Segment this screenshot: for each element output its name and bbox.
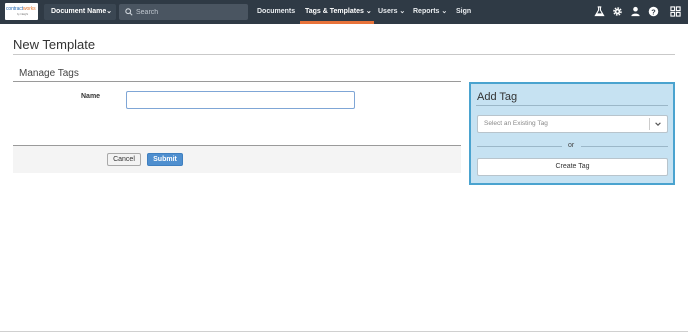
chevron-down-icon: ⌄ bbox=[106, 8, 112, 15]
select-separator bbox=[649, 118, 650, 130]
flask-icon[interactable] bbox=[594, 6, 605, 17]
document-name-dropdown[interactable]: Document Name ⌄ bbox=[44, 4, 116, 20]
svg-text:?: ? bbox=[651, 7, 656, 16]
or-divider-right bbox=[581, 146, 668, 147]
existing-tag-select[interactable]: Select an Existing Tag bbox=[477, 115, 668, 133]
nav-users[interactable]: Users ⌄ bbox=[378, 0, 405, 24]
top-navbar: contractworks by InEight Document Name ⌄… bbox=[0, 0, 688, 24]
search-icon bbox=[125, 8, 133, 16]
section-divider bbox=[13, 81, 461, 82]
logo-text-main: contract bbox=[6, 6, 23, 12]
search-input[interactable] bbox=[136, 4, 244, 20]
or-text: or bbox=[568, 142, 575, 149]
help-icon[interactable]: ? bbox=[648, 6, 659, 17]
add-tag-panel: Add Tag Select an Existing Tag or Create… bbox=[469, 82, 675, 185]
add-tag-divider bbox=[476, 105, 668, 106]
nav-reports[interactable]: Reports ⌄ bbox=[413, 0, 447, 24]
gear-icon[interactable] bbox=[612, 6, 623, 17]
or-divider-left bbox=[477, 146, 562, 147]
cancel-button[interactable]: Cancel bbox=[107, 153, 141, 166]
title-divider bbox=[13, 54, 675, 55]
create-tag-button[interactable]: Create Tag bbox=[477, 158, 668, 176]
name-input[interactable] bbox=[126, 91, 355, 109]
contractworks-logo[interactable]: contractworks by InEight bbox=[5, 3, 38, 20]
document-name-label: Document Name bbox=[51, 8, 107, 15]
add-tag-title: Add Tag bbox=[477, 91, 518, 103]
bottom-divider bbox=[0, 331, 688, 332]
nav-sign[interactable]: Sign bbox=[456, 0, 471, 24]
search-box[interactable] bbox=[119, 4, 248, 20]
active-nav-underline bbox=[300, 21, 374, 24]
existing-tag-placeholder: Select an Existing Tag bbox=[484, 120, 548, 127]
submit-button[interactable]: Submit bbox=[147, 153, 183, 166]
form-footer bbox=[13, 145, 461, 173]
chevron-down-icon bbox=[655, 122, 661, 126]
apps-grid-icon[interactable] bbox=[670, 6, 681, 17]
name-label: Name bbox=[81, 93, 101, 100]
page-title: New Template bbox=[13, 37, 96, 52]
user-icon[interactable] bbox=[630, 6, 641, 17]
nav-documents[interactable]: Documents bbox=[257, 0, 295, 24]
section-title: Manage Tags bbox=[19, 68, 79, 79]
logo-subtext: by InEight bbox=[17, 13, 29, 16]
logo-text-accent: works bbox=[23, 6, 36, 12]
